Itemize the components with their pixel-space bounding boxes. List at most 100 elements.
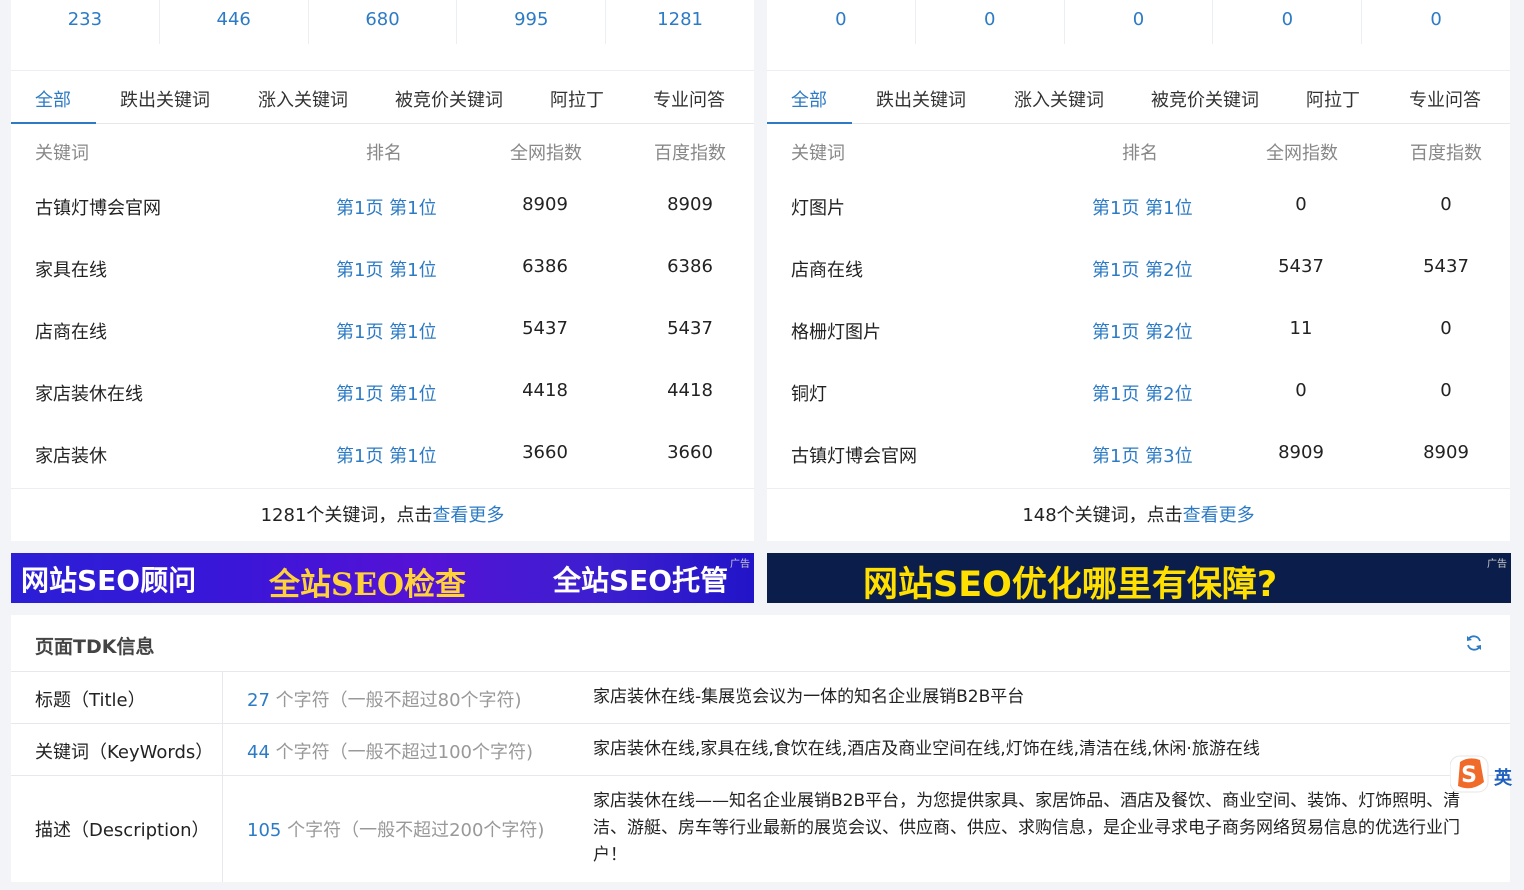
all-index-cell: 0 (1295, 380, 1307, 401)
tab-qa[interactable]: 专业问答 (1409, 86, 1481, 112)
baidu-index-cell: 3660 (667, 442, 713, 463)
header-all-index: 全网指数 (1266, 143, 1338, 164)
tab-new-keywords[interactable]: 涨入关键词 (258, 86, 348, 112)
baidu-index-cell: 4418 (667, 380, 713, 401)
keyword-panel-right: 0 0 0 0 0 全部 跌出关键词 涨入关键词 被竞价关键词 阿拉丁 专业问答… (767, 0, 1510, 541)
stat-value[interactable]: 0 (916, 0, 1065, 44)
all-index-cell: 11 (1289, 318, 1313, 339)
keyword-cell: 家店装休 (35, 446, 107, 467)
stat-value[interactable]: 446 (160, 0, 309, 44)
table-footer: 1281个关键词，点击查看更多 (11, 488, 754, 541)
char-count-number: 44 (247, 742, 270, 763)
rank-link[interactable]: 第1页 第1位 (1092, 194, 1193, 220)
all-index-cell: 6386 (522, 256, 568, 277)
divider (222, 672, 223, 723)
table-row: 家店装休在线 第1页 第1位 4418 4418 (11, 364, 754, 426)
stats-row: 0 0 0 0 0 (767, 0, 1510, 44)
header-keyword: 关键词 (791, 143, 845, 164)
view-more-link[interactable]: 查看更多 (1183, 505, 1255, 526)
tab-qa[interactable]: 专业问答 (653, 86, 725, 112)
tab-dropped-keywords[interactable]: 跌出关键词 (876, 86, 966, 112)
keyword-count-text: 1281个关键词，点击 (260, 505, 433, 526)
tdk-row-title: 标题（Title） 27 个字符（一般不超过80个字符) 家店装休在线-集展览会… (11, 672, 1510, 724)
keyword-table: 灯图片 第1页 第1位 0 0 店商在线 第1页 第2位 5437 5437 格… (767, 178, 1510, 488)
tdk-value: 家店装休在线,家具在线,食饮在线,酒店及商业空间在线,灯饰在线,清洁在线,休闲·… (593, 739, 1260, 759)
divider (222, 776, 223, 882)
char-count: 27 个字符（一般不超过80个字符) (247, 686, 522, 712)
stat-value[interactable]: 0 (1362, 0, 1510, 44)
stat-value[interactable]: 0 (1065, 0, 1214, 44)
all-index-cell: 8909 (1278, 442, 1324, 463)
char-count: 105 个字符（一般不超过200个字符) (247, 816, 544, 842)
rank-link[interactable]: 第1页 第3位 (1092, 442, 1193, 468)
tab-aladdin[interactable]: 阿拉丁 (550, 86, 604, 112)
rank-link[interactable]: 第1页 第1位 (336, 380, 437, 406)
rank-link[interactable]: 第1页 第2位 (1092, 380, 1193, 406)
header-keyword: 关键词 (35, 143, 89, 164)
char-count-number: 27 (247, 690, 270, 711)
stat-value[interactable]: 995 (457, 0, 607, 44)
ad-banner-right[interactable]: 网站SEO优化哪里有保障? 广告 (767, 553, 1511, 603)
tab-bid-keywords[interactable]: 被竞价关键词 (1151, 86, 1259, 112)
stat-value[interactable]: 0 (1213, 0, 1363, 44)
divider (222, 724, 223, 775)
tab-all[interactable]: 全部 (35, 86, 71, 112)
rank-link[interactable]: 第1页 第1位 (336, 442, 437, 468)
banner-text-seo-guarantee: 网站SEO优化哪里有保障? (863, 565, 1278, 603)
keyword-tabs: 全部 跌出关键词 涨入关键词 被竞价关键词 阿拉丁 专业问答 (767, 70, 1510, 124)
tdk-header: 页面TDK信息 (11, 615, 1510, 672)
header-rank: 排名 (366, 143, 402, 164)
keyword-count-text: 148个关键词，点击 (1022, 505, 1183, 526)
stat-value[interactable]: 680 (309, 0, 458, 44)
header-rank: 排名 (1122, 143, 1158, 164)
rank-link[interactable]: 第1页 第1位 (336, 256, 437, 282)
baidu-index-cell: 0 (1440, 380, 1452, 401)
tdk-title: 页面TDK信息 (35, 636, 155, 658)
tdk-row-keywords: 关键词（KeyWords） 44 个字符（一般不超过100个字符) 家店装休在线… (11, 724, 1510, 776)
char-count-suffix: 个字符（一般不超过200个字符) (281, 820, 545, 841)
tdk-label: 描述（Description） (35, 820, 210, 841)
tdk-row-description: 描述（Description） 105 个字符（一般不超过200个字符) 家店装… (11, 776, 1510, 882)
header-all-index: 全网指数 (510, 143, 582, 164)
tab-bid-keywords[interactable]: 被竞价关键词 (395, 86, 503, 112)
tab-all[interactable]: 全部 (791, 86, 827, 112)
baidu-index-cell: 8909 (1423, 442, 1469, 463)
stat-value[interactable]: 0 (767, 0, 916, 44)
table-row: 格栅灯图片 第1页 第2位 11 0 (767, 302, 1510, 364)
all-index-cell: 5437 (1278, 256, 1324, 277)
rank-link[interactable]: 第1页 第1位 (336, 318, 437, 344)
table-row: 灯图片 第1页 第1位 0 0 (767, 178, 1510, 240)
baidu-index-cell: 5437 (1423, 256, 1469, 277)
keyword-cell: 古镇灯博会官网 (35, 198, 161, 219)
ad-tag: 广告 (730, 559, 750, 570)
rank-link[interactable]: 第1页 第2位 (1092, 318, 1193, 344)
tab-dropped-keywords[interactable]: 跌出关键词 (120, 86, 210, 112)
rank-link[interactable]: 第1页 第1位 (336, 194, 437, 220)
stat-value[interactable]: 1281 (606, 0, 754, 44)
tab-new-keywords[interactable]: 涨入关键词 (1014, 86, 1104, 112)
table-row: 家店装休 第1页 第1位 3660 3660 (11, 426, 754, 488)
baidu-index-cell: 0 (1440, 194, 1452, 215)
tab-aladdin[interactable]: 阿拉丁 (1306, 86, 1360, 112)
table-row: 家具在线 第1页 第1位 6386 6386 (11, 240, 754, 302)
header-baidu-index: 百度指数 (1410, 143, 1482, 164)
keyword-cell: 铜灯 (791, 384, 827, 405)
table-row: 店商在线 第1页 第1位 5437 5437 (11, 302, 754, 364)
keyword-cell: 家具在线 (35, 260, 107, 281)
refresh-icon[interactable] (1464, 633, 1484, 653)
baidu-index-cell: 8909 (667, 194, 713, 215)
header-baidu-index: 百度指数 (654, 143, 726, 164)
table-footer: 148个关键词，点击查看更多 (767, 488, 1510, 541)
rank-link[interactable]: 第1页 第2位 (1092, 256, 1193, 282)
ime-language-label: 英 (1494, 768, 1512, 789)
ad-banner-left[interactable]: 网站SEO顾问 全站SEO检查 全站SEO托管 广告 (11, 553, 754, 603)
table-row: 古镇灯博会官网 第1页 第3位 8909 8909 (767, 426, 1510, 488)
keyword-cell: 灯图片 (791, 198, 845, 219)
stat-value[interactable]: 233 (11, 0, 160, 44)
ime-toolbar[interactable]: S 英 (1449, 752, 1524, 796)
table-row: 店商在线 第1页 第2位 5437 5437 (767, 240, 1510, 302)
view-more-link[interactable]: 查看更多 (432, 505, 504, 526)
all-index-cell: 0 (1295, 194, 1307, 215)
all-index-cell: 5437 (522, 318, 568, 339)
keyword-table: 古镇灯博会官网 第1页 第1位 8909 8909 家具在线 第1页 第1位 6… (11, 178, 754, 488)
